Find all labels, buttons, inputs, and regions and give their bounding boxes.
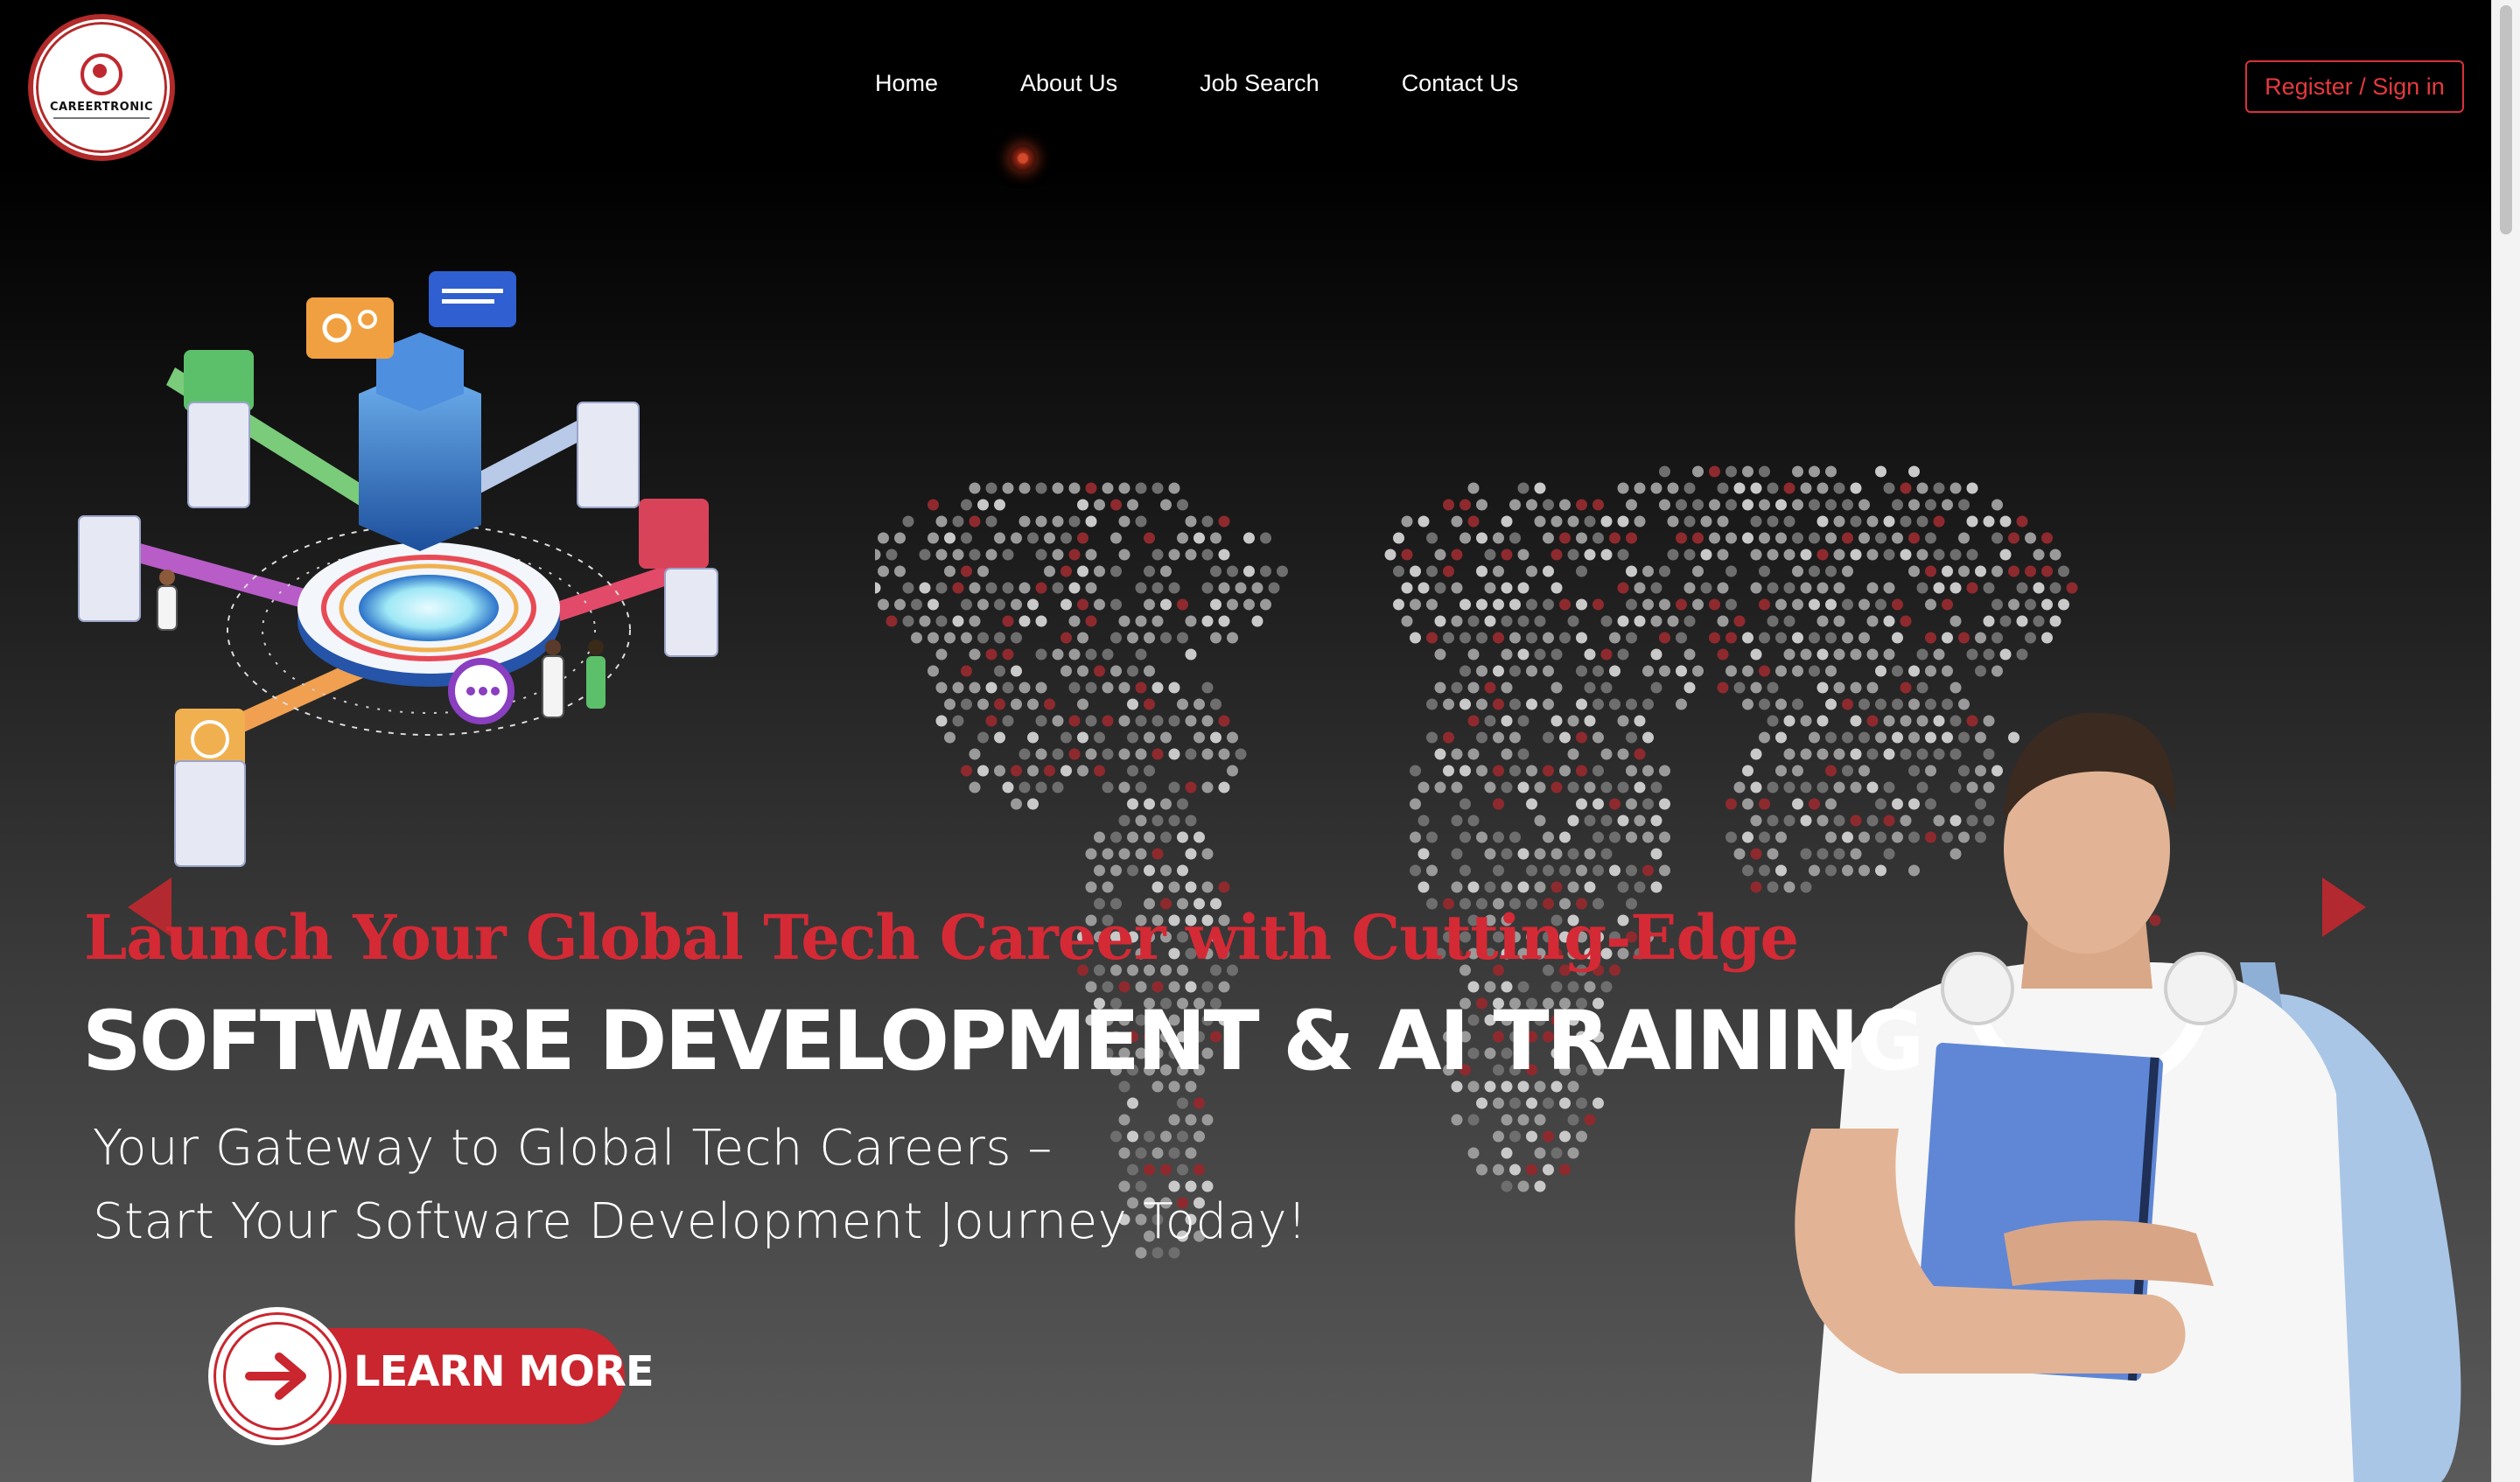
hero-subtitle-line2: Start Your Software Development Journey …	[93, 1193, 1307, 1250]
learn-more-ring	[223, 1322, 332, 1430]
learn-more-circle	[214, 1312, 341, 1440]
nav-contact-us[interactable]: Contact Us	[1402, 70, 1519, 97]
scrollbar-thumb[interactable]	[2500, 5, 2512, 234]
learn-more-button[interactable]: LEARN MORE	[214, 1312, 654, 1440]
nav-about-us[interactable]: About Us	[1020, 70, 1117, 97]
arrow-right-icon[interactable]	[2322, 877, 2366, 937]
logo-text: CAREERTRONIC	[50, 100, 153, 114]
logo-inner: CAREERTRONIC	[33, 19, 170, 156]
main-nav: Home About Us Job Search Contact Us	[875, 70, 1518, 97]
hero-title: SOFTWARE DEVELOPMENT & AI TRAINING	[82, 994, 1924, 1089]
register-signin-button[interactable]: Register / Sign in	[2245, 60, 2464, 113]
scrollbar[interactable]	[2491, 0, 2520, 1482]
hero-page: CAREERTRONIC Home About Us Job Search Co…	[0, 0, 2492, 1482]
nav-indicator-dot	[1010, 145, 1036, 171]
learn-more-label: LEARN MORE	[354, 1347, 654, 1396]
tech-illustration	[78, 271, 718, 867]
arrow-right-icon	[245, 1353, 306, 1400]
hero-headline: Launch Your Global Tech Career with Cutt…	[84, 901, 1799, 974]
nav-job-search[interactable]: Job Search	[1200, 70, 1320, 97]
nav-home[interactable]: Home	[875, 70, 938, 97]
logo[interactable]: CAREERTRONIC	[28, 14, 175, 161]
logo-tagline	[53, 115, 150, 122]
logo-mark-icon	[80, 52, 122, 95]
hero-subtitle-line1: Your Gateway to Global Tech Careers –	[93, 1120, 1053, 1177]
